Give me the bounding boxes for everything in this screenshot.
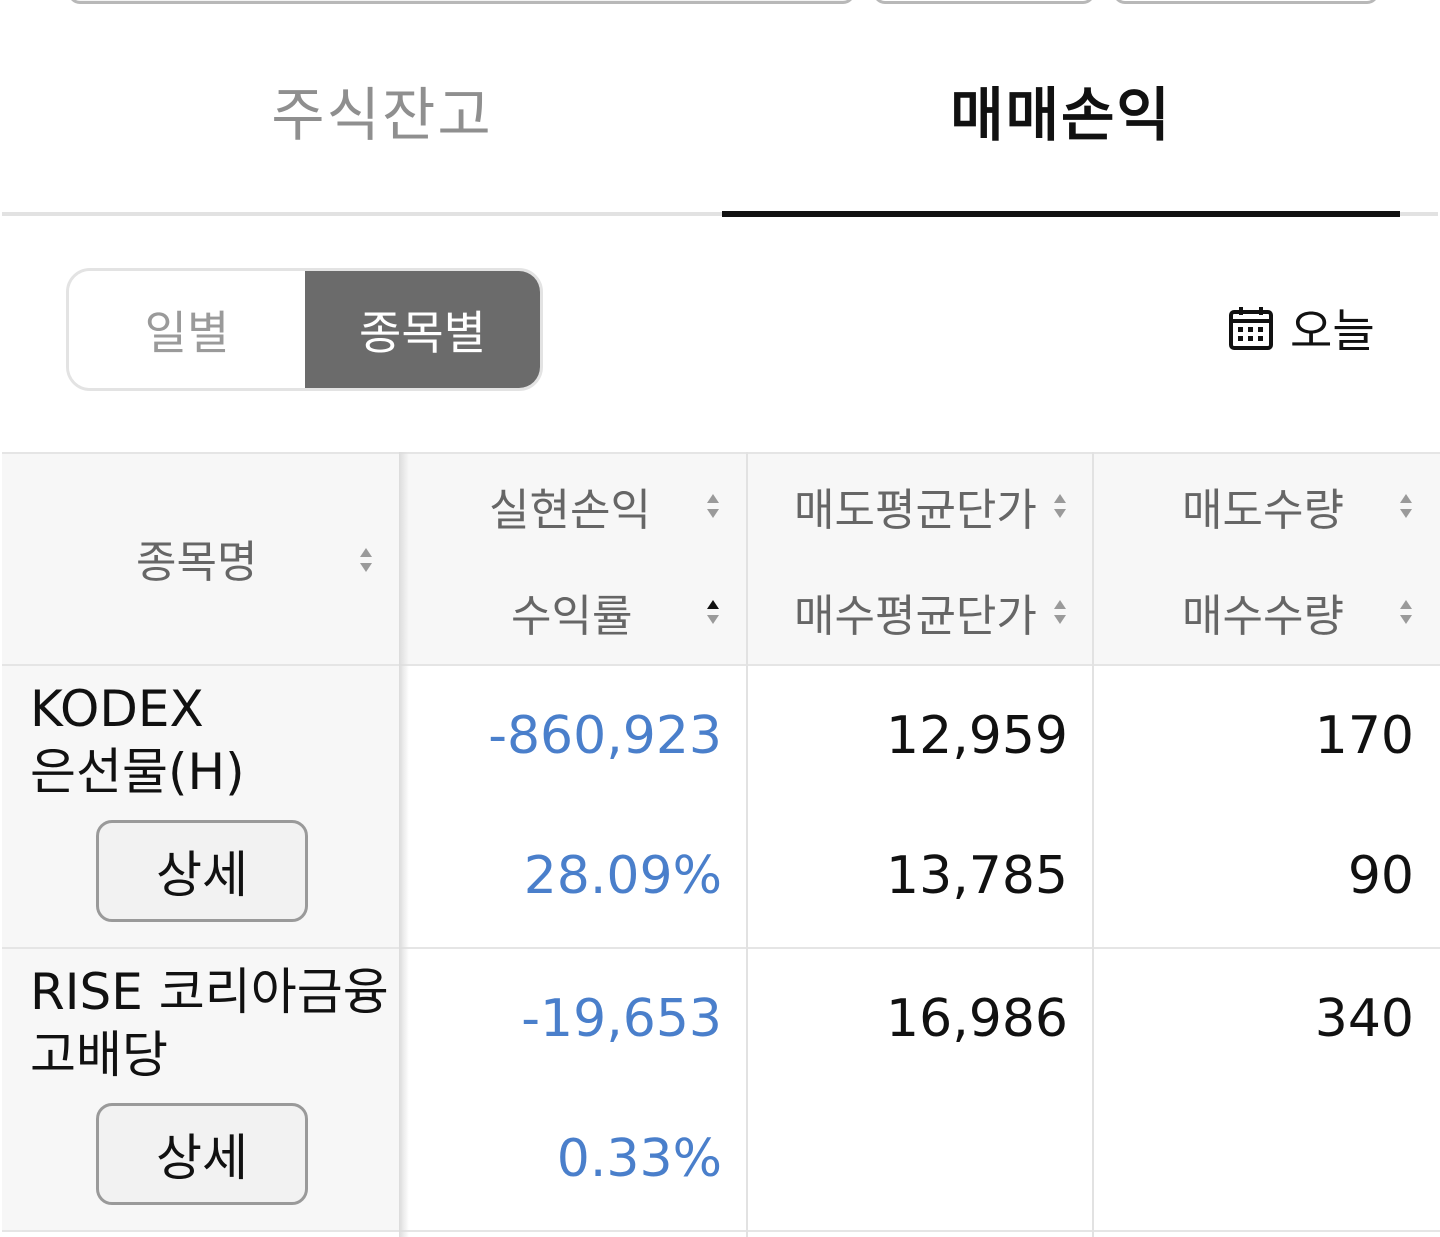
sell-qty-value: 170: [1314, 706, 1414, 766]
sort-icon[interactable]: [1398, 492, 1414, 520]
item-name-line: RISE 코리아금융: [30, 963, 389, 1021]
view-mode-toggle: 일별 종목별: [66, 268, 543, 391]
sort-icon[interactable]: [1052, 492, 1068, 520]
option-button-stub[interactable]: [873, 0, 1095, 4]
sell-qty-value: 340: [1314, 989, 1414, 1049]
tab-active-indicator: [722, 211, 1400, 217]
sell-avg-price-value: 12,959: [886, 706, 1068, 766]
return-rate-value: 28.09%: [523, 846, 722, 906]
table-row: RISE 코리아금융 고배당 상세 -19,653 0.33% 16,986 3…: [2, 949, 1440, 1232]
detail-button[interactable]: 상세: [96, 820, 308, 922]
buy-avg-price-value: 13,785: [886, 846, 1068, 906]
option-button-stub-2[interactable]: [1113, 0, 1379, 4]
realized-pl-value: -19,653: [521, 989, 722, 1049]
item-name-cell: RISE 코리아금융 고배당 상세: [2, 949, 402, 1230]
item-name: RISE 코리아금융 고배당: [30, 961, 389, 1087]
detail-button[interactable]: 상세: [96, 1103, 308, 1205]
by-item-toggle-button[interactable]: 종목별: [305, 271, 540, 388]
column-divider: [1092, 452, 1094, 1237]
account-select-stub[interactable]: [68, 0, 855, 4]
item-name-line: KODEX: [30, 680, 204, 738]
sort-icon[interactable]: [1052, 598, 1068, 626]
column-divider: [746, 452, 748, 1237]
header-realized-pl[interactable]: 실현손익: [489, 476, 651, 536]
frozen-column-shadow: [399, 452, 409, 1237]
header-item-name[interactable]: 종목명: [136, 528, 257, 588]
return-rate-value: 0.33%: [556, 1129, 722, 1189]
header-sell-qty[interactable]: 매도수량: [1182, 476, 1344, 536]
trading-pl-table: 종목명 실현손익 수익률 매도평균단가 매수평균단가 매도수량 매수수량 KOD…: [0, 452, 1440, 1237]
item-name-cell: KODEX 은선물(H) 상세: [2, 666, 402, 947]
tab-stock-balance[interactable]: 주식잔고: [0, 40, 764, 180]
item-name: KODEX 은선물(H): [30, 678, 245, 804]
date-filter-label: 오늘: [1290, 304, 1375, 358]
table-header: 종목명 실현손익 수익률 매도평균단가 매수평균단가 매도수량 매수수량: [2, 452, 1440, 666]
date-filter-button[interactable]: 오늘: [1228, 296, 1375, 360]
header-return-rate[interactable]: 수익률: [511, 582, 632, 642]
item-name-line: 고배당: [30, 1026, 168, 1084]
realized-pl-value: -860,923: [488, 706, 722, 766]
header-buy-qty[interactable]: 매수수량: [1182, 582, 1344, 642]
sort-icon[interactable]: [1398, 598, 1414, 626]
daily-toggle-button[interactable]: 일별: [69, 271, 305, 388]
header-sell-avg-price[interactable]: 매도평균단가: [794, 476, 1037, 536]
tab-trading-pl[interactable]: 매매손익: [722, 40, 1400, 180]
calendar-icon: [1229, 307, 1273, 350]
sort-icon[interactable]: [358, 546, 374, 574]
header-buy-avg-price[interactable]: 매수평균단가: [794, 582, 1037, 642]
sort-icon[interactable]: [705, 492, 721, 520]
item-name-line: 은선물(H): [30, 743, 245, 801]
buy-qty-value: 90: [1347, 846, 1414, 906]
main-tabs: 주식잔고 매매손익: [0, 40, 1440, 218]
sell-avg-price-value: 16,986: [886, 989, 1068, 1049]
table-row: KODEX 은선물(H) 상세 -860,923 28.09% 12,959 1…: [2, 666, 1440, 949]
sort-active-icon[interactable]: [705, 598, 721, 626]
